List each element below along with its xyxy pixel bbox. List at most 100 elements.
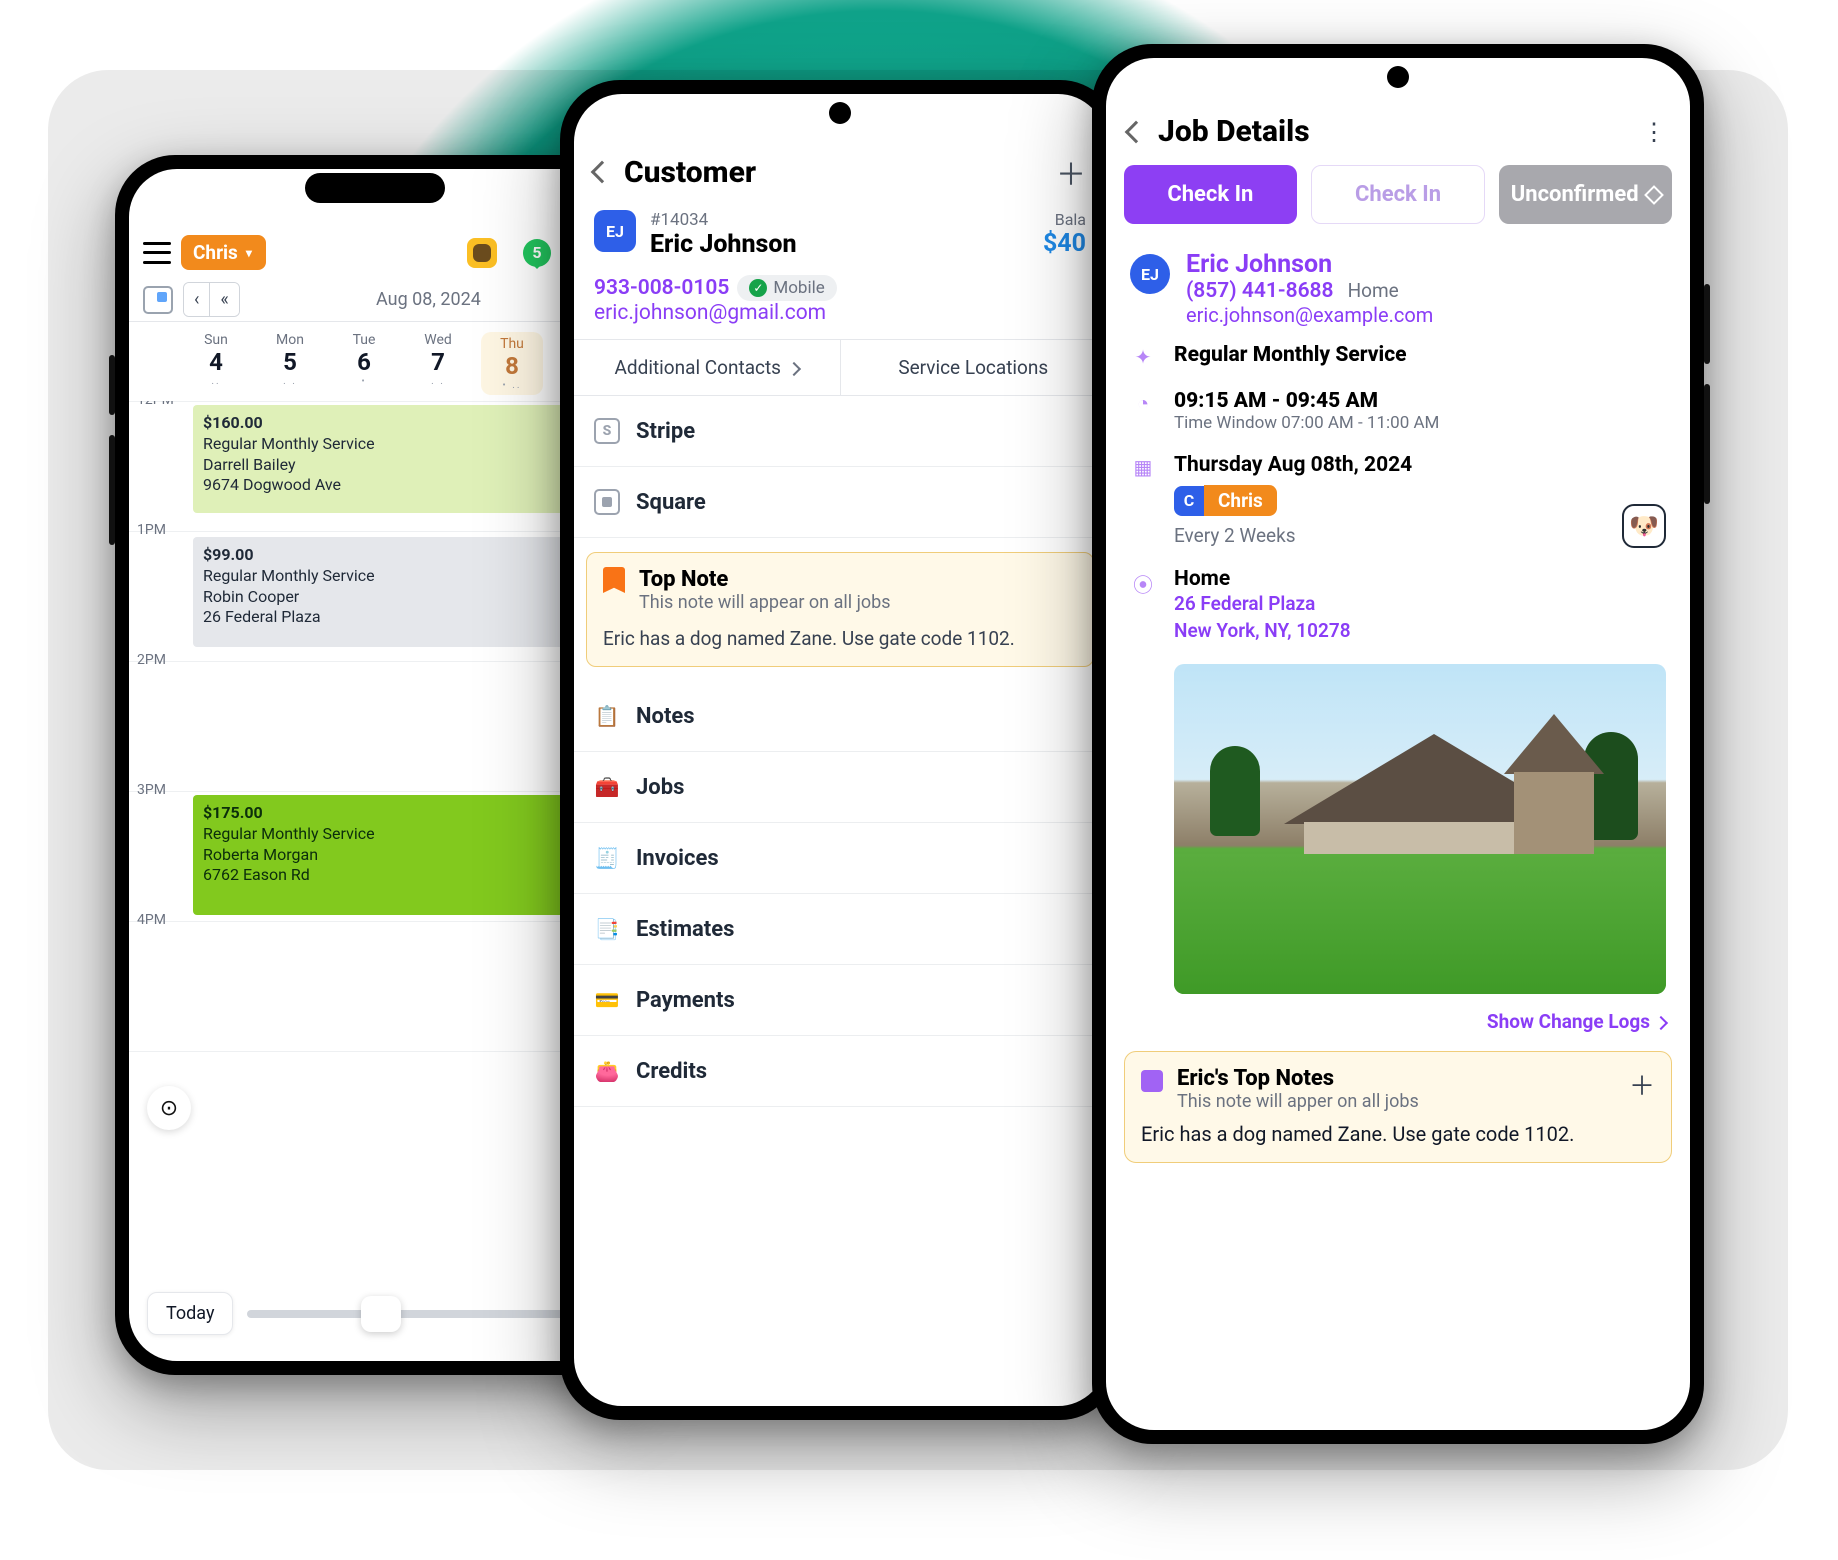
event-service: Regular Monthly Service <box>203 434 601 455</box>
calendar-icon[interactable] <box>143 286 173 314</box>
section-jobs[interactable]: 🧰 Jobs <box>574 752 1106 823</box>
address-line2[interactable]: New York, NY, 10278 <box>1174 618 1351 645</box>
customer-name: Eric Johnson <box>650 230 1029 259</box>
day-sun[interactable]: Sun4.. <box>185 332 247 395</box>
phone-type-label: Home <box>1348 279 1399 302</box>
job-customer-email[interactable]: eric.johnson@example.com <box>1186 303 1433 327</box>
weekday-strip: Sun4.. Mon5. . Tue6• Wed7. . Thu8• .. <box>129 322 621 401</box>
customer-initials-badge: EJ <box>594 210 636 252</box>
section-square[interactable]: Square <box>574 467 1106 538</box>
more-icon[interactable]: ⋮ <box>1642 118 1668 146</box>
day-thu-selected[interactable]: Thu8• .. <box>481 332 543 395</box>
user-filter-chip[interactable]: Chris ▾ <box>181 235 266 270</box>
calendar-event[interactable]: $99.00 Regular Monthly Service Robin Coo… <box>193 537 611 647</box>
calendar-event[interactable]: $175.00 Regular Monthly Service Roberta … <box>193 795 611 915</box>
chevron-down-icon: ▾ <box>246 246 252 260</box>
balance-value: $40 <box>1043 229 1086 258</box>
today-button[interactable]: Today <box>147 1292 233 1335</box>
section-notes[interactable]: 📋 Notes <box>574 681 1106 752</box>
recurrence-label: Every 2 Weeks <box>1174 524 1412 547</box>
page-title: Customer <box>624 155 756 190</box>
map-pin-fab[interactable]: ⊙ <box>147 1086 191 1130</box>
calendar-event[interactable]: $160.00 Regular Monthly Service Darrell … <box>193 405 611 513</box>
add-icon[interactable]: ＋ <box>1056 150 1086 194</box>
day-tue[interactable]: Tue6• <box>333 332 395 395</box>
zoom-slider-thumb[interactable] <box>361 1296 401 1332</box>
phone-job-details: Job Details ⋮ Check In Check In Unconfir… <box>1092 44 1704 1444</box>
tab-additional-contacts[interactable]: Additional Contacts <box>574 340 840 395</box>
bookmark-icon <box>603 567 625 593</box>
hour-label: 12PM <box>137 401 174 408</box>
address-line1[interactable]: 26 Federal Plaza <box>1174 591 1351 618</box>
top-note-body: Eric has a dog named Zane. Use gate code… <box>587 617 1093 666</box>
section-credits[interactable]: 👛 Credits <box>574 1036 1106 1107</box>
prev-week-button[interactable]: « <box>209 283 238 316</box>
clock-icon: ◔ <box>1130 391 1156 416</box>
calendar-footer: Today <box>129 1278 621 1361</box>
top-note-body: Eric has a dog named Zane. Use gate code… <box>1141 1122 1655 1146</box>
section-estimates[interactable]: 📑 Estimates <box>574 894 1106 965</box>
customer-contact: 933-008-0105 ✓ Mobile eric.johnson@gmail… <box>574 271 1106 339</box>
check-in-secondary-button[interactable]: Check In <box>1311 165 1486 224</box>
invoices-icon: 🧾 <box>594 845 620 871</box>
menu-icon[interactable] <box>143 242 171 264</box>
event-price: $160.00 <box>203 413 601 434</box>
back-icon[interactable] <box>591 161 614 184</box>
assignee-name: Chris <box>1204 485 1277 516</box>
verified-check-icon: ✓ <box>749 279 767 297</box>
job-top-note-card[interactable]: Eric's Top Notes This note will apper on… <box>1124 1051 1672 1163</box>
customer-id: #14034 <box>650 210 1029 230</box>
section-invoices[interactable]: 🧾 Invoices <box>574 823 1106 894</box>
date-label[interactable]: Aug 08, 2024 <box>250 289 607 310</box>
square-icon <box>594 489 620 515</box>
event-customer: Roberta Morgan <box>203 845 601 866</box>
event-service: Regular Monthly Service <box>203 566 601 587</box>
hour-label: 1PM <box>137 522 166 538</box>
job-service-row: ✦ Regular Monthly Service <box>1106 333 1690 379</box>
phone-customer: Customer ＋ EJ #14034 Eric Johnson Bala $… <box>560 80 1120 1420</box>
job-customer-block: EJ Eric Johnson (857) 441-8688 Home eric… <box>1106 240 1690 333</box>
job-customer-phone[interactable]: (857) 441-8688 <box>1186 279 1334 303</box>
phone-calendar: Chris ▾ 5 ‹ « Aug 08, 2024 Sun4.. <box>115 155 635 1375</box>
top-note-title: Top Note <box>639 567 891 592</box>
pet-tag-icon[interactable]: 🐶 <box>1622 504 1666 548</box>
section-stripe[interactable]: S Stripe <box>574 396 1106 467</box>
top-note-card[interactable]: Top Note This note will appear on all jo… <box>586 552 1094 667</box>
customer-email-link[interactable]: eric.johnson@gmail.com <box>594 301 1086 325</box>
job-assignee-chip[interactable]: C Chris <box>1174 485 1412 516</box>
event-customer: Darrell Bailey <box>203 455 601 476</box>
job-time-window: Time Window 07:00 AM - 11:00 AM <box>1174 413 1439 433</box>
date-nav-group: ‹ « <box>183 282 240 317</box>
hour-label: 3PM <box>137 782 166 798</box>
zoom-slider[interactable] <box>247 1310 603 1318</box>
note-icon <box>1141 1070 1163 1092</box>
event-address: 9674 Dogwood Ave <box>203 475 601 496</box>
stripe-icon: S <box>594 418 620 444</box>
job-service-name: Regular Monthly Service <box>1174 343 1407 367</box>
location-photo[interactable] <box>1174 664 1666 994</box>
job-time-range: 09:15 AM - 09:45 AM <box>1174 389 1439 413</box>
jobs-icon: 🧰 <box>594 774 620 800</box>
day-mon[interactable]: Mon5. . <box>259 332 321 395</box>
status-dropdown[interactable]: Unconfirmed <box>1499 165 1672 224</box>
notes-icon: 📋 <box>594 703 620 729</box>
assignee-initial: C <box>1174 486 1204 516</box>
tab-service-locations[interactable]: Service Locations <box>840 340 1107 395</box>
job-customer-name[interactable]: Eric Johnson <box>1186 250 1433 279</box>
day-wed[interactable]: Wed7. . <box>407 332 469 395</box>
avatar-icon[interactable] <box>467 238 497 268</box>
notifications-badge[interactable]: 5 <box>523 239 551 267</box>
balance-label: Bala <box>1043 210 1086 229</box>
job-action-bar: Check In Check In Unconfirmed <box>1106 159 1690 240</box>
show-change-logs-link[interactable]: Show Change Logs <box>1106 994 1690 1043</box>
section-payments[interactable]: 💳 Payments <box>574 965 1106 1036</box>
calendar-grid: 12PM 1PM 2PM 3PM 4PM $160.00 Regular Mon… <box>129 401 621 1278</box>
credits-icon: 👛 <box>594 1058 620 1084</box>
prev-day-button[interactable]: ‹ <box>184 283 209 316</box>
event-address: 26 Federal Plaza <box>203 607 601 628</box>
customer-phone-link[interactable]: 933-008-0105 <box>594 276 729 300</box>
check-in-button[interactable]: Check In <box>1124 165 1297 224</box>
user-chip-label: Chris <box>193 241 238 264</box>
add-note-icon[interactable]: ＋ <box>1629 1066 1655 1103</box>
back-icon[interactable] <box>1125 120 1148 143</box>
